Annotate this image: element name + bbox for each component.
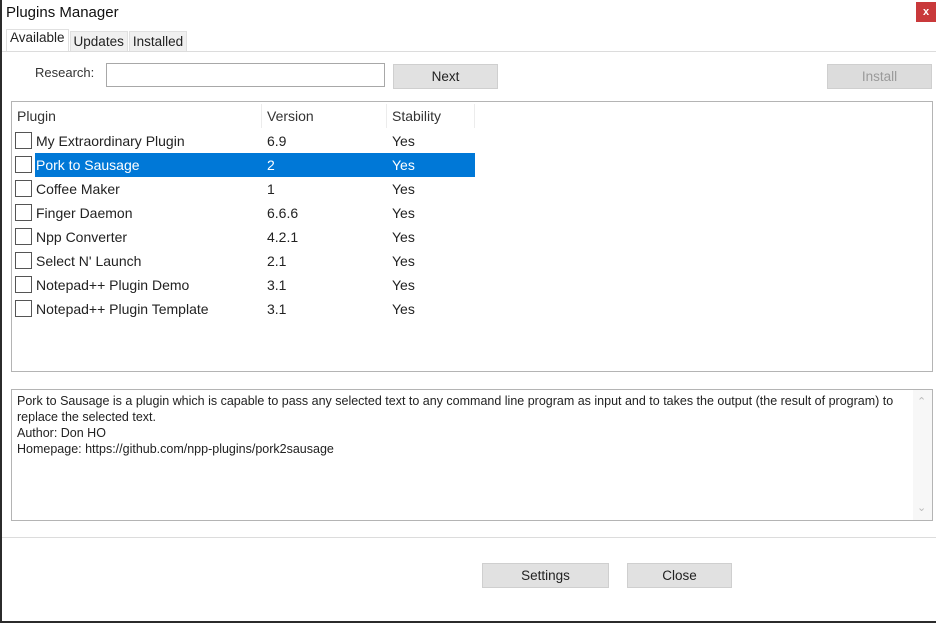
tab-available[interactable]: Available <box>6 29 69 51</box>
plugin-version: 3.1 <box>267 301 287 317</box>
plugin-stability: Yes <box>392 253 415 269</box>
plugin-description: Pork to Sausage is a plugin which is cap… <box>11 389 933 521</box>
next-button[interactable]: Next <box>393 64 498 89</box>
plugin-stability: Yes <box>392 133 415 149</box>
plugin-row[interactable]: Npp Converter 4.2.1 Yes <box>12 225 474 249</box>
footer-divider <box>2 537 936 538</box>
settings-button[interactable]: Settings <box>482 563 609 588</box>
plugin-name: Finger Daemon <box>36 205 133 221</box>
column-header-version[interactable]: Version <box>262 104 387 128</box>
description-homepage: Homepage: https://github.com/npp-plugins… <box>17 442 334 456</box>
plugin-row[interactable]: Finger Daemon 6.6.6 Yes <box>12 201 474 225</box>
plugin-version: 2 <box>267 157 275 173</box>
plugin-checkbox[interactable] <box>15 204 32 221</box>
install-button[interactable]: Install <box>827 64 932 89</box>
tab-divider <box>2 51 936 52</box>
plugin-stability: Yes <box>392 205 415 221</box>
window-title: Plugins Manager <box>6 4 119 21</box>
plugin-stability: Yes <box>392 277 415 293</box>
plugin-checkbox[interactable] <box>15 156 32 173</box>
plugin-row[interactable]: Select N' Launch 2.1 Yes <box>12 249 474 273</box>
plugins-manager-window: Plugins Manager x Available Updates Inst… <box>0 0 936 623</box>
description-scrollbar[interactable]: ⌃ ⌄ <box>913 390 932 520</box>
plugin-name: Notepad++ Plugin Template <box>36 301 209 317</box>
plugin-row[interactable]: Pork to Sausage 2 Yes <box>12 153 475 177</box>
plugin-version: 1 <box>267 181 275 197</box>
plugin-name: Notepad++ Plugin Demo <box>36 277 190 293</box>
plugin-stability: Yes <box>392 301 415 317</box>
plugin-row[interactable]: Coffee Maker 1 Yes <box>12 177 474 201</box>
window-close-button[interactable]: x <box>916 2 936 22</box>
research-input[interactable] <box>106 63 385 87</box>
plugin-name: Npp Converter <box>36 229 128 245</box>
column-header-plugin[interactable]: Plugin <box>12 104 262 128</box>
plugin-checkbox[interactable] <box>15 180 32 197</box>
plugin-row[interactable]: My Extraordinary Plugin 6.9 Yes <box>12 129 474 153</box>
plugin-version: 2.1 <box>267 253 287 269</box>
plugin-name: Pork to Sausage <box>36 157 140 173</box>
plugin-checkbox[interactable] <box>15 132 32 149</box>
plugin-version: 4.2.1 <box>267 229 299 245</box>
tab-bar: Available Updates Installed <box>6 29 188 51</box>
tab-updates[interactable]: Updates <box>69 31 128 51</box>
plugin-name: My Extraordinary Plugin <box>36 133 185 149</box>
plugin-checkbox[interactable] <box>15 300 32 317</box>
scroll-up-icon[interactable]: ⌃ <box>917 394 926 410</box>
close-button[interactable]: Close <box>627 563 732 588</box>
plugin-checkbox[interactable] <box>15 252 32 269</box>
tab-installed[interactable]: Installed <box>128 31 188 51</box>
plugin-version: 6.6.6 <box>267 205 299 221</box>
plugin-version: 3.1 <box>267 277 287 293</box>
plugin-stability: Yes <box>392 181 415 197</box>
plugin-checkbox[interactable] <box>15 228 32 245</box>
description-author: Author: Don HO <box>17 426 106 440</box>
plugin-name: Select N' Launch <box>36 253 142 269</box>
column-header-stability[interactable]: Stability <box>387 104 475 128</box>
scroll-down-icon[interactable]: ⌄ <box>917 500 926 516</box>
plugin-list[interactable]: Plugin Version Stability My Extraordinar… <box>11 101 933 372</box>
plugin-name: Coffee Maker <box>36 181 120 197</box>
plugin-checkbox[interactable] <box>15 276 32 293</box>
research-label: Research: <box>35 65 95 80</box>
plugin-version: 6.9 <box>267 133 287 149</box>
plugin-row[interactable]: Notepad++ Plugin Template 3.1 Yes <box>12 297 474 321</box>
plugin-stability: Yes <box>392 229 415 245</box>
plugin-stability: Yes <box>392 157 415 173</box>
plugin-row[interactable]: Notepad++ Plugin Demo 3.1 Yes <box>12 273 474 297</box>
description-text: Pork to Sausage is a plugin which is cap… <box>17 394 894 424</box>
